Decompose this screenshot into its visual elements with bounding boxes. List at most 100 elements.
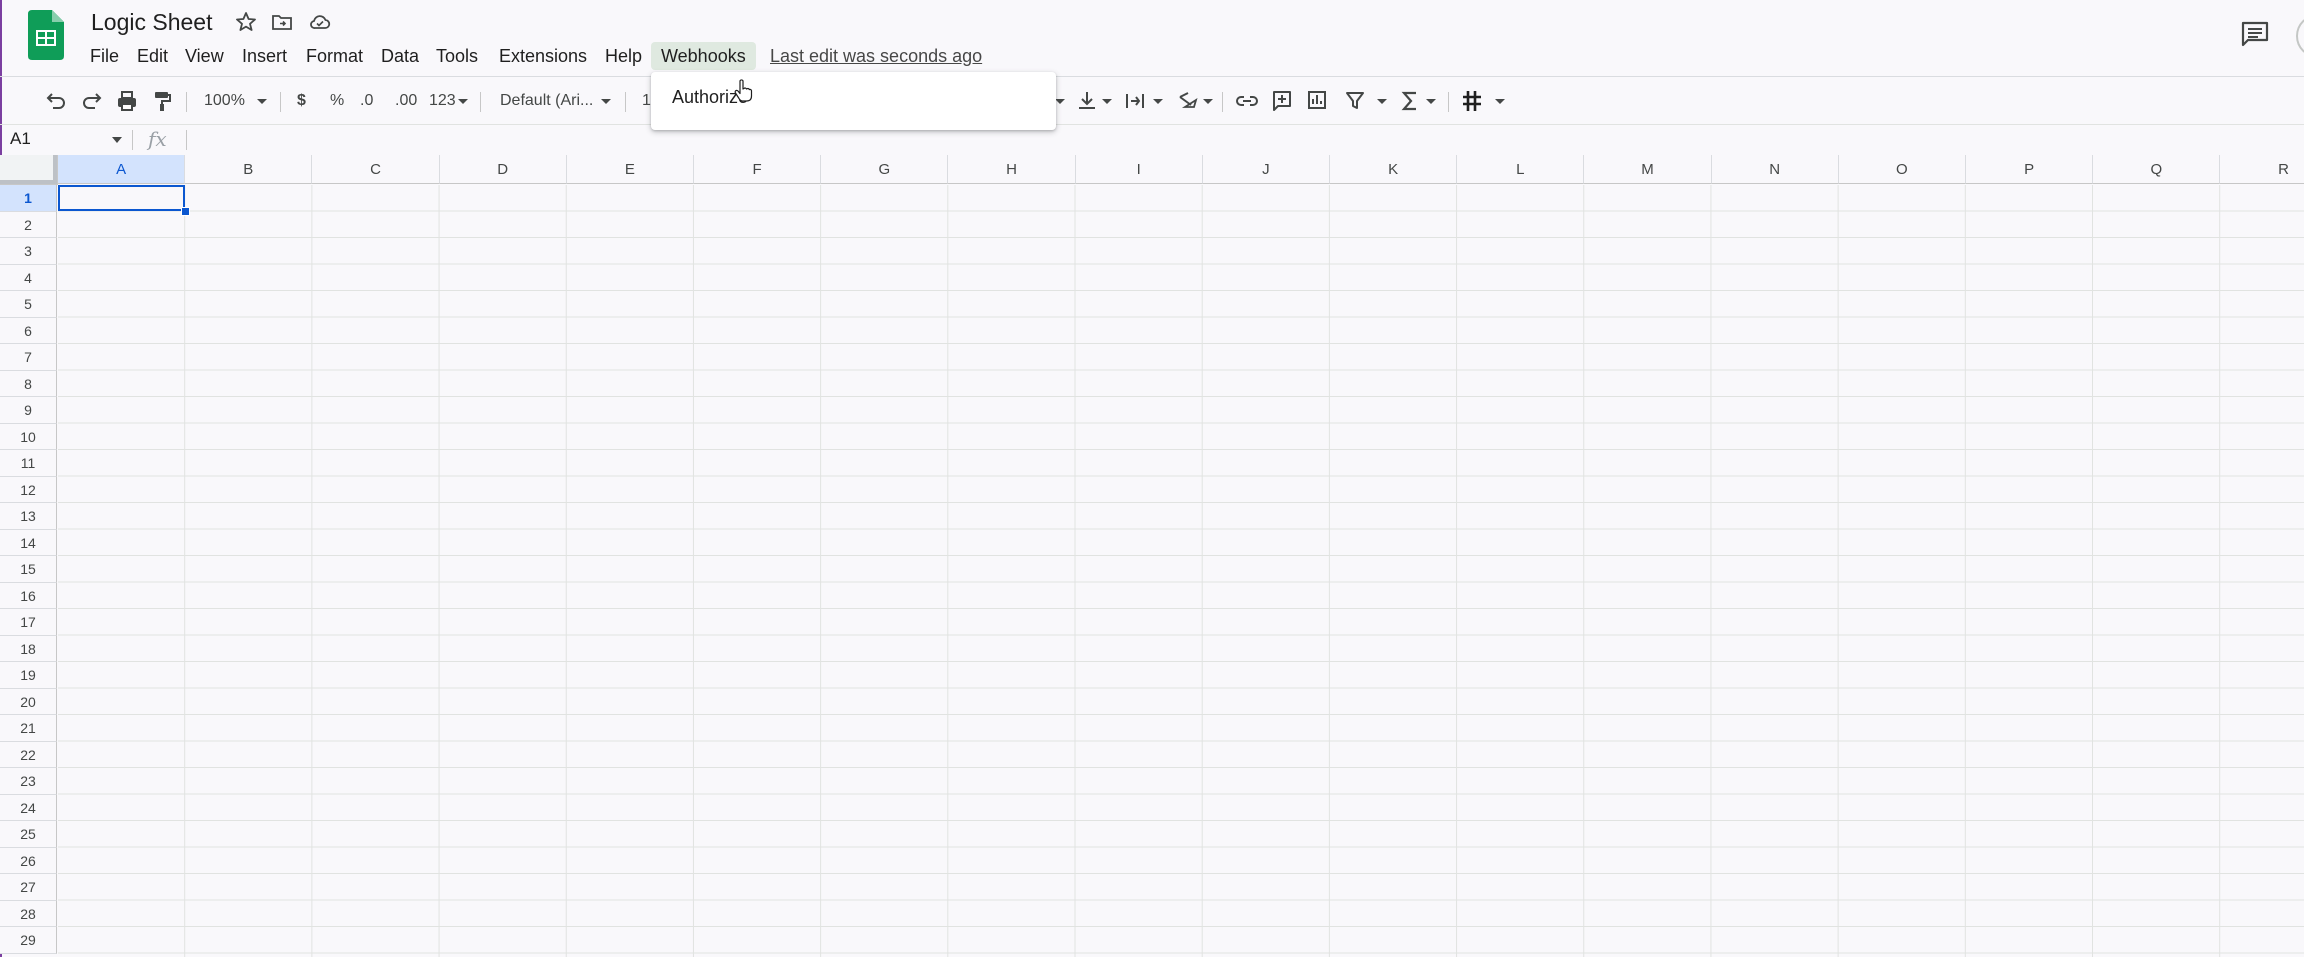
paint-format-icon[interactable] (150, 87, 174, 115)
column-header-o[interactable]: O (1838, 155, 1966, 184)
chevron-down-icon[interactable] (1376, 98, 1388, 106)
chevron-down-icon[interactable] (256, 98, 268, 106)
functions-icon[interactable] (1399, 87, 1421, 115)
row-header-22[interactable]: 22 (0, 741, 57, 768)
menu-data[interactable]: Data (371, 42, 429, 70)
name-box[interactable]: A1 (10, 129, 31, 149)
row-header-12[interactable]: 12 (0, 476, 57, 503)
row-header-6[interactable]: 6 (0, 317, 57, 344)
menu-extensions[interactable]: Extensions (489, 42, 597, 70)
undo-icon[interactable] (44, 87, 68, 115)
move-folder-icon[interactable] (270, 10, 294, 34)
row-header-3[interactable]: 3 (0, 238, 57, 265)
document-title[interactable]: Logic Sheet (91, 9, 212, 36)
row-header-26[interactable]: 26 (0, 847, 57, 874)
selected-cell-outline[interactable] (58, 185, 185, 211)
column-header-a[interactable]: A (58, 155, 186, 184)
menu-help[interactable]: Help (595, 42, 652, 70)
column-header-n[interactable]: N (1711, 155, 1839, 184)
chevron-down-icon[interactable] (1202, 98, 1214, 106)
chevron-down-icon[interactable] (1494, 98, 1506, 106)
row-header-18[interactable]: 18 (0, 635, 57, 662)
row-header-5[interactable]: 5 (0, 291, 57, 318)
row-header-1[interactable]: 1 (0, 185, 57, 212)
freeze-row-handle[interactable] (0, 180, 57, 184)
column-header-k[interactable]: K (1330, 155, 1458, 184)
input-tools-icon[interactable] (1460, 87, 1484, 115)
filter-icon[interactable] (1344, 87, 1366, 115)
row-header-23[interactable]: 23 (0, 768, 57, 795)
currency-format-button[interactable]: $ (297, 87, 306, 115)
insert-comment-icon[interactable] (1271, 87, 1293, 115)
increase-decimal-button[interactable]: .00 (395, 87, 417, 115)
column-header-r[interactable]: R (2220, 155, 2304, 184)
column-header-b[interactable]: B (185, 155, 313, 184)
text-wrap-icon[interactable] (1124, 87, 1146, 115)
column-header-l[interactable]: L (1457, 155, 1585, 184)
row-header-4[interactable]: 4 (0, 264, 57, 291)
row-header-9[interactable]: 9 (0, 397, 57, 424)
column-header-h[interactable]: H (948, 155, 1076, 184)
row-header-29[interactable]: 29 (0, 927, 57, 954)
redo-icon[interactable] (80, 87, 104, 115)
cell-area[interactable] (58, 185, 2304, 957)
column-header-j[interactable]: J (1202, 155, 1330, 184)
print-icon[interactable] (115, 87, 139, 115)
menu-view[interactable]: View (175, 42, 234, 70)
name-box-caret-icon[interactable] (112, 137, 122, 143)
fill-handle[interactable] (181, 207, 190, 216)
vertical-align-icon[interactable] (1076, 87, 1098, 115)
chevron-down-icon[interactable] (1101, 98, 1113, 106)
chevron-down-icon[interactable] (1425, 98, 1437, 106)
text-rotation-icon[interactable] (1176, 87, 1200, 115)
row-header-14[interactable]: 14 (0, 529, 57, 556)
menu-webhooks[interactable]: Webhooks (651, 42, 756, 70)
font-size-input[interactable]: 1 (642, 87, 651, 115)
last-edit-status[interactable]: Last edit was seconds ago (770, 42, 982, 70)
column-header-m[interactable]: M (1584, 155, 1712, 184)
font-family-select[interactable]: Default (Ari... (500, 87, 593, 115)
decrease-decimal-button[interactable]: .0 (360, 87, 373, 115)
menu-edit[interactable]: Edit (127, 42, 178, 70)
column-header-g[interactable]: G (821, 155, 949, 184)
zoom-select[interactable]: 100% (204, 87, 245, 115)
column-header-i[interactable]: I (1075, 155, 1203, 184)
column-header-e[interactable]: E (566, 155, 694, 184)
row-header-13[interactable]: 13 (0, 503, 57, 530)
cloud-saved-icon[interactable] (308, 10, 332, 34)
row-header-27[interactable]: 27 (0, 874, 57, 901)
menu-tools[interactable]: Tools (426, 42, 488, 70)
column-header-q[interactable]: Q (2093, 155, 2221, 184)
row-header-17[interactable]: 17 (0, 609, 57, 636)
number-format-select[interactable]: 123 (429, 87, 456, 115)
row-header-7[interactable]: 7 (0, 344, 57, 371)
insert-chart-icon[interactable] (1306, 87, 1328, 115)
percent-format-button[interactable]: % (330, 87, 344, 115)
row-header-10[interactable]: 10 (0, 423, 57, 450)
column-header-c[interactable]: C (312, 155, 440, 184)
row-header-20[interactable]: 20 (0, 688, 57, 715)
row-header-24[interactable]: 24 (0, 794, 57, 821)
row-header-21[interactable]: 21 (0, 715, 57, 742)
row-header-25[interactable]: 25 (0, 821, 57, 848)
menu-insert[interactable]: Insert (232, 42, 297, 70)
row-header-8[interactable]: 8 (0, 370, 57, 397)
account-avatar[interactable] (2296, 14, 2304, 58)
column-header-p[interactable]: P (1966, 155, 2094, 184)
menu-format[interactable]: Format (296, 42, 373, 70)
column-header-d[interactable]: D (439, 155, 567, 184)
menu-file[interactable]: File (80, 42, 129, 70)
row-header-28[interactable]: 28 (0, 900, 57, 927)
comment-history-icon[interactable] (2240, 20, 2270, 48)
row-header-2[interactable]: 2 (0, 211, 57, 238)
row-header-11[interactable]: 11 (0, 450, 57, 477)
row-header-16[interactable]: 16 (0, 582, 57, 609)
chevron-down-icon[interactable] (600, 98, 612, 106)
spreadsheet-grid[interactable]: ABCDEFGHIJKLMNOPQR 1 2 3 4 5 6 7 8 9 10 11 12 13 14 15… (0, 155, 2304, 957)
row-header-15[interactable]: 15 (0, 556, 57, 583)
chevron-down-icon[interactable] (1152, 98, 1164, 106)
sheets-logo-icon[interactable] (28, 10, 64, 60)
column-header-f[interactable]: F (694, 155, 822, 184)
star-icon[interactable] (234, 10, 258, 34)
row-header-19[interactable]: 19 (0, 662, 57, 689)
